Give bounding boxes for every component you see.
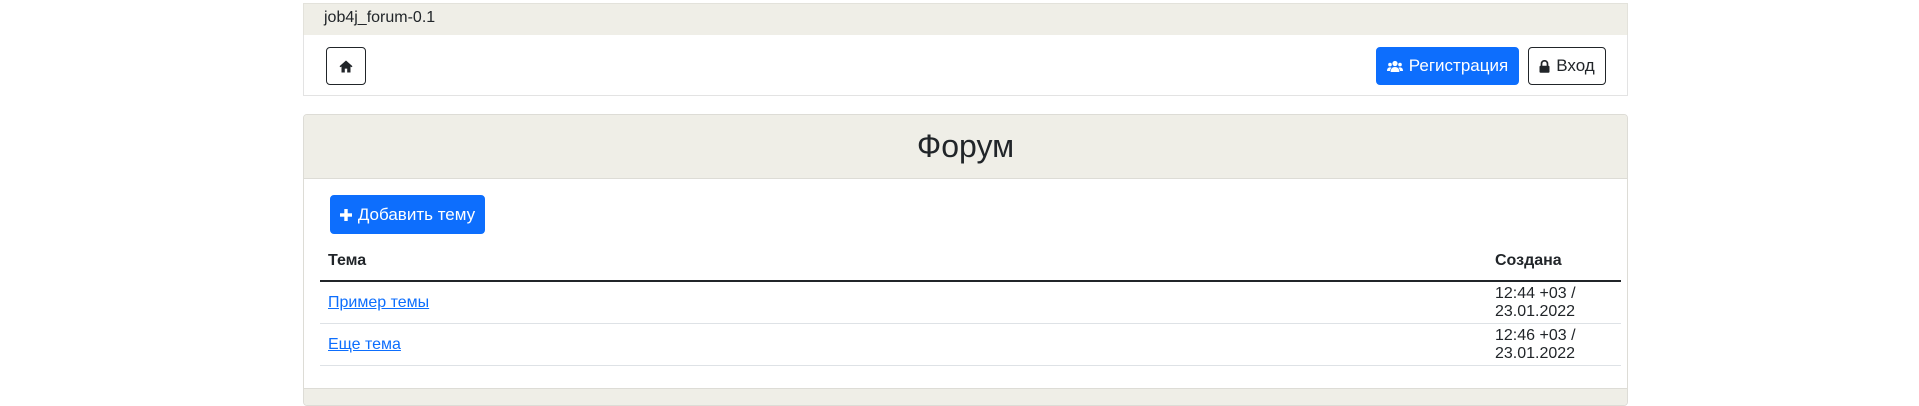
lock-icon <box>1539 59 1550 73</box>
users-icon <box>1386 60 1403 72</box>
forum-card: Форум Добавить тему Тема Создана Пример … <box>303 114 1628 406</box>
column-header-topic: Тема <box>320 241 1487 282</box>
brand-bar: job4j_forum-0.1 <box>303 3 1628 35</box>
table-row: Еще тема 12:46 +03 / 23.01.2022 <box>320 323 1621 366</box>
topic-link[interactable]: Еще тема <box>328 336 401 353</box>
plus-icon <box>339 208 352 221</box>
topic-link[interactable]: Пример темы <box>328 294 429 311</box>
app-brand: job4j_forum-0.1 <box>324 9 436 26</box>
topic-created: 12:46 +03 / 23.01.2022 <box>1487 323 1621 366</box>
topic-created: 12:44 +03 / 23.01.2022 <box>1487 281 1621 324</box>
navbar: Регистрация Вход <box>303 35 1628 96</box>
table-row: Пример темы 12:44 +03 / 23.01.2022 <box>320 281 1621 324</box>
login-label: Вход <box>1556 56 1595 75</box>
login-button[interactable]: Вход <box>1528 47 1606 85</box>
topics-table: Тема Создана Пример темы 12:44 +03 / 23.… <box>320 241 1621 366</box>
column-header-created: Создана <box>1487 241 1621 282</box>
register-button[interactable]: Регистрация <box>1376 47 1519 85</box>
forum-card-footer <box>304 388 1627 405</box>
page-container: job4j_forum-0.1 Регистрация Вход Форум Д… <box>303 0 1628 406</box>
home-icon <box>339 60 353 72</box>
page-title: Форум <box>916 128 1015 164</box>
forum-card-header: Форум <box>304 115 1627 179</box>
home-button[interactable] <box>326 47 366 85</box>
add-topic-label: Добавить тему <box>357 204 476 224</box>
register-label: Регистрация <box>1408 56 1509 75</box>
table-header-row: Тема Создана <box>320 241 1621 282</box>
add-topic-button[interactable]: Добавить тему <box>330 195 485 234</box>
